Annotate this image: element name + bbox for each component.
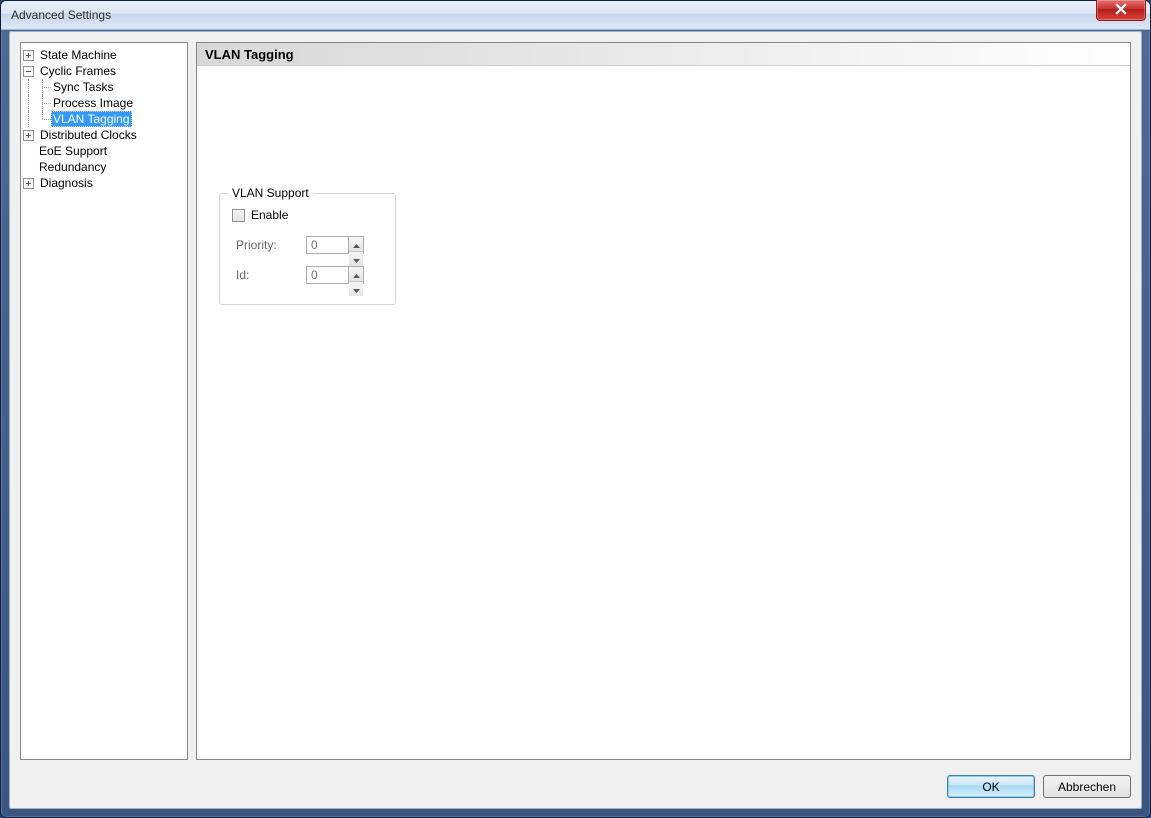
tree-item-sync-tasks[interactable]: Sync Tasks [23,79,185,95]
chevron-up-icon [353,237,360,251]
priority-spinner [306,236,364,254]
tree-item-vlan-tagging[interactable]: VLAN Tagging [23,111,185,127]
spin-up-button[interactable] [349,267,363,282]
expand-icon[interactable] [23,130,34,141]
enable-label: Enable [251,208,288,222]
tree-label: Diagnosis [38,175,95,191]
panel-title: VLAN Tagging [197,43,1130,66]
tree-label: Redundancy [37,159,108,175]
cancel-button[interactable]: Abbrechen [1043,775,1131,798]
id-row: Id: [236,266,364,284]
spin-down-button[interactable] [349,252,363,266]
content-area: State Machine Cyclic Frames Sync Tasks P… [20,42,1131,760]
spin-down-button[interactable] [349,282,363,296]
tree-item-redundancy[interactable]: Redundancy [23,159,185,175]
spin-up-button[interactable] [349,237,363,252]
priority-row: Priority: [236,236,364,254]
enable-row: Enable [232,208,288,222]
settings-panel: VLAN Tagging VLAN Support Enable Priorit… [196,42,1131,760]
priority-label: Priority: [236,238,306,252]
tree-label: Sync Tasks [51,79,115,95]
tree-label: VLAN Tagging [51,111,132,127]
id-spin-buttons [348,266,364,284]
tree-label: State Machine [38,47,119,63]
close-icon [1115,3,1127,18]
tree-label: Distributed Clocks [38,127,139,143]
tree-item-cyclic-frames[interactable]: Cyclic Frames [23,63,185,79]
window-title: Advanced Settings [11,8,111,22]
tree-label: Process Image [51,95,135,111]
ok-button[interactable]: OK [947,775,1035,798]
priority-spin-buttons [348,236,364,254]
tree-item-eoe-support[interactable]: EoE Support [23,143,185,159]
tree-item-distributed-clocks[interactable]: Distributed Clocks [23,127,185,143]
id-input[interactable] [306,266,348,284]
tree-item-diagnosis[interactable]: Diagnosis [23,175,185,191]
expand-icon[interactable] [23,50,34,61]
settings-tree[interactable]: State Machine Cyclic Frames Sync Tasks P… [20,42,188,760]
id-spinner [306,266,364,284]
close-button[interactable] [1096,0,1146,21]
id-label: Id: [236,268,306,282]
tree-item-state-machine[interactable]: State Machine [23,47,185,63]
advanced-settings-window: Advanced Settings State Machine Cyclic F… [0,0,1151,818]
client-area: State Machine Cyclic Frames Sync Tasks P… [9,31,1142,809]
tree-label: EoE Support [37,143,109,159]
group-legend: VLAN Support [228,186,313,200]
dialog-buttons: OK Abbrechen [947,775,1131,798]
tree-item-process-image[interactable]: Process Image [23,95,185,111]
chevron-down-icon [353,282,360,296]
collapse-icon[interactable] [23,66,34,77]
vlan-support-group: VLAN Support Enable Priority: [219,193,396,305]
chevron-up-icon [353,267,360,281]
tree-label: Cyclic Frames [38,63,118,79]
expand-icon[interactable] [23,178,34,189]
titlebar[interactable]: Advanced Settings [1,1,1150,30]
chevron-down-icon [353,252,360,266]
priority-input[interactable] [306,236,348,254]
enable-checkbox[interactable] [232,209,245,222]
